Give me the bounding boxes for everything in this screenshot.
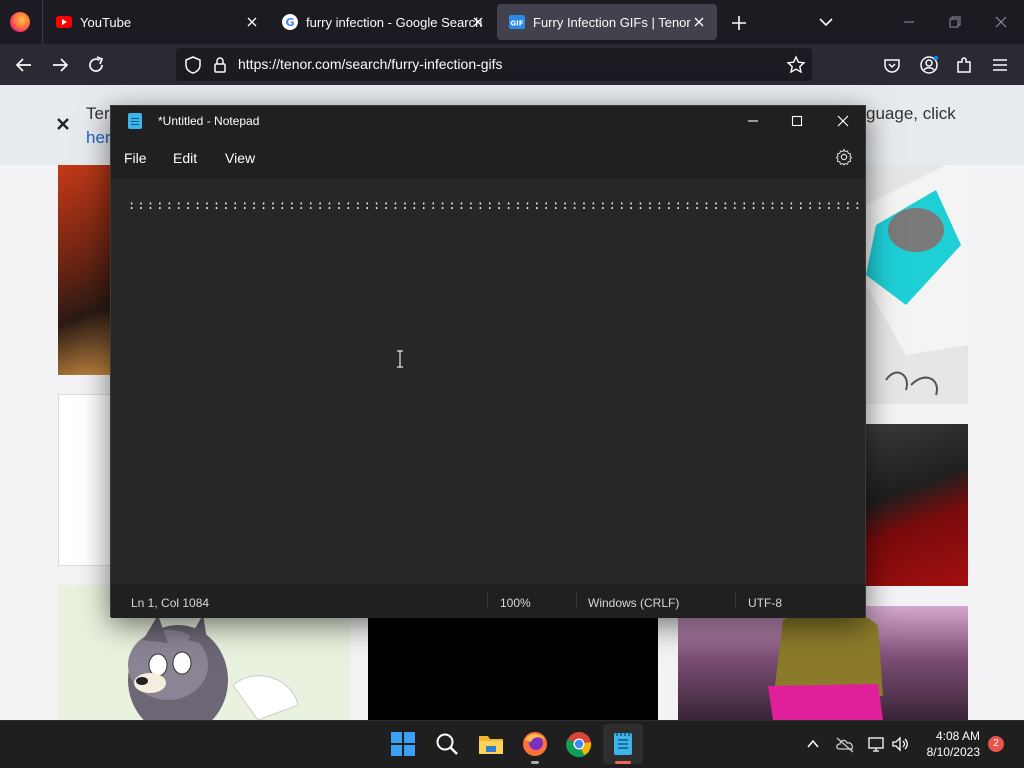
notepad-title: *Untitled - Notepad xyxy=(158,114,260,128)
encoding: UTF-8 xyxy=(748,596,782,610)
close-tab-icon[interactable] xyxy=(244,14,260,30)
tracking-protection-shield-icon[interactable] xyxy=(182,54,204,76)
close-tab-icon[interactable] xyxy=(470,14,486,30)
line-ending: Windows (CRLF) xyxy=(588,596,680,610)
clock-time: 4:08 AM xyxy=(935,729,980,743)
close-window-icon[interactable] xyxy=(989,10,1013,34)
bookmark-star-icon[interactable] xyxy=(785,54,807,76)
settings-gear-icon[interactable] xyxy=(835,148,853,166)
text-line: ::::::::::::::::::::::::::::::::::::::::… xyxy=(128,198,865,212)
close-icon[interactable] xyxy=(832,110,854,132)
chrome-icon[interactable] xyxy=(565,730,593,758)
back-arrow-icon[interactable] xyxy=(13,54,35,76)
status-divider xyxy=(735,593,736,609)
banner-text: guage, click xyxy=(866,104,956,123)
status-divider xyxy=(487,593,488,609)
banner-text: Ter xyxy=(86,104,110,123)
gif-thumbnail[interactable] xyxy=(58,165,112,375)
notepad-text-area[interactable]: ::::::::::::::::::::::::::::::::::::::::… xyxy=(111,178,865,584)
notepad-icon[interactable] xyxy=(609,730,637,758)
notification-badge[interactable]: 2 xyxy=(988,736,1004,752)
maximize-icon[interactable] xyxy=(786,110,808,132)
cursor-position: Ln 1, Col 1084 xyxy=(131,596,210,610)
gif-thumbnail-cyan[interactable] xyxy=(866,165,968,404)
tenor-icon: GIF xyxy=(509,14,525,30)
forward-arrow-icon[interactable] xyxy=(49,54,71,76)
gif-thumbnail-red[interactable] xyxy=(866,424,968,586)
menu-edit[interactable]: Edit xyxy=(173,150,197,166)
onedrive-offline-icon[interactable] xyxy=(835,735,854,753)
svg-text:GIF: GIF xyxy=(510,20,523,28)
google-icon: G xyxy=(282,14,298,30)
banner-close-icon[interactable] xyxy=(55,116,71,132)
clock-date: 8/10/2023 xyxy=(926,745,980,759)
search-icon[interactable] xyxy=(433,730,461,758)
browser-tab-bar: YouTube G furry infection - Google Searc… xyxy=(0,0,1024,44)
new-tab-icon[interactable] xyxy=(728,12,750,34)
url-text[interactable]: https://tenor.com/search/furry-infection… xyxy=(238,56,503,72)
file-explorer-icon[interactable] xyxy=(477,730,505,758)
firefox-menu-icon[interactable] xyxy=(10,12,30,32)
volume-icon[interactable] xyxy=(891,735,909,753)
tab-label: furry infection - Google Search xyxy=(306,14,483,30)
minimize-icon[interactable] xyxy=(897,10,921,34)
text-cursor-ibeam-icon xyxy=(396,350,404,368)
banner-link[interactable]: her xyxy=(86,128,111,148)
zoom-level: 100% xyxy=(500,596,531,610)
active-indicator xyxy=(615,761,631,764)
show-hidden-icons-chevron-up-icon[interactable] xyxy=(804,735,822,753)
tab-tenor[interactable]: GIF Furry Infection GIFs | Tenor xyxy=(497,4,717,40)
extensions-icon[interactable] xyxy=(953,54,975,76)
cyan-character-image xyxy=(866,165,968,396)
minimize-icon[interactable] xyxy=(742,110,764,132)
gif-thumbnail[interactable] xyxy=(58,394,112,566)
menu-view[interactable]: View xyxy=(225,150,255,166)
youtube-icon xyxy=(56,14,72,30)
close-tab-icon[interactable] xyxy=(691,14,707,30)
svg-text:G: G xyxy=(285,16,294,29)
hamburger-menu-icon[interactable] xyxy=(989,54,1011,76)
account-icon[interactable] xyxy=(918,54,940,76)
pocket-icon[interactable] xyxy=(881,54,903,76)
list-all-tabs-icon[interactable] xyxy=(816,12,836,32)
tab-label: YouTube xyxy=(80,14,132,30)
status-divider xyxy=(576,593,577,609)
lock-icon[interactable] xyxy=(209,54,231,76)
character-legs-image xyxy=(768,610,883,720)
tab-google-search[interactable]: G furry infection - Google Search xyxy=(270,0,496,44)
notepad-menu-bar: File Edit View xyxy=(111,136,865,178)
restore-icon[interactable] xyxy=(943,10,967,34)
firefox-icon[interactable] xyxy=(521,730,549,758)
notepad-window: *Untitled - Notepad File Edit View :::::… xyxy=(110,105,866,618)
notepad-app-icon xyxy=(128,113,142,129)
gif-thumbnail[interactable] xyxy=(368,617,658,720)
notepad-title-bar[interactable]: *Untitled - Notepad xyxy=(111,106,865,136)
tab-separator xyxy=(42,0,43,44)
menu-file[interactable]: File xyxy=(124,150,147,166)
gif-thumbnail-sunset[interactable] xyxy=(678,606,968,720)
tab-youtube[interactable]: YouTube xyxy=(44,0,270,44)
system-clock[interactable]: 4:08 AM 8/10/2023 xyxy=(927,728,980,760)
notepad-status-bar: Ln 1, Col 1084 100% Windows (CRLF) UTF-8 xyxy=(111,584,865,618)
network-icon[interactable] xyxy=(867,735,885,753)
reload-icon[interactable] xyxy=(85,54,107,76)
windows-start-icon[interactable] xyxy=(389,730,417,758)
running-indicator xyxy=(531,761,539,764)
tab-label: Furry Infection GIFs | Tenor xyxy=(533,14,691,30)
